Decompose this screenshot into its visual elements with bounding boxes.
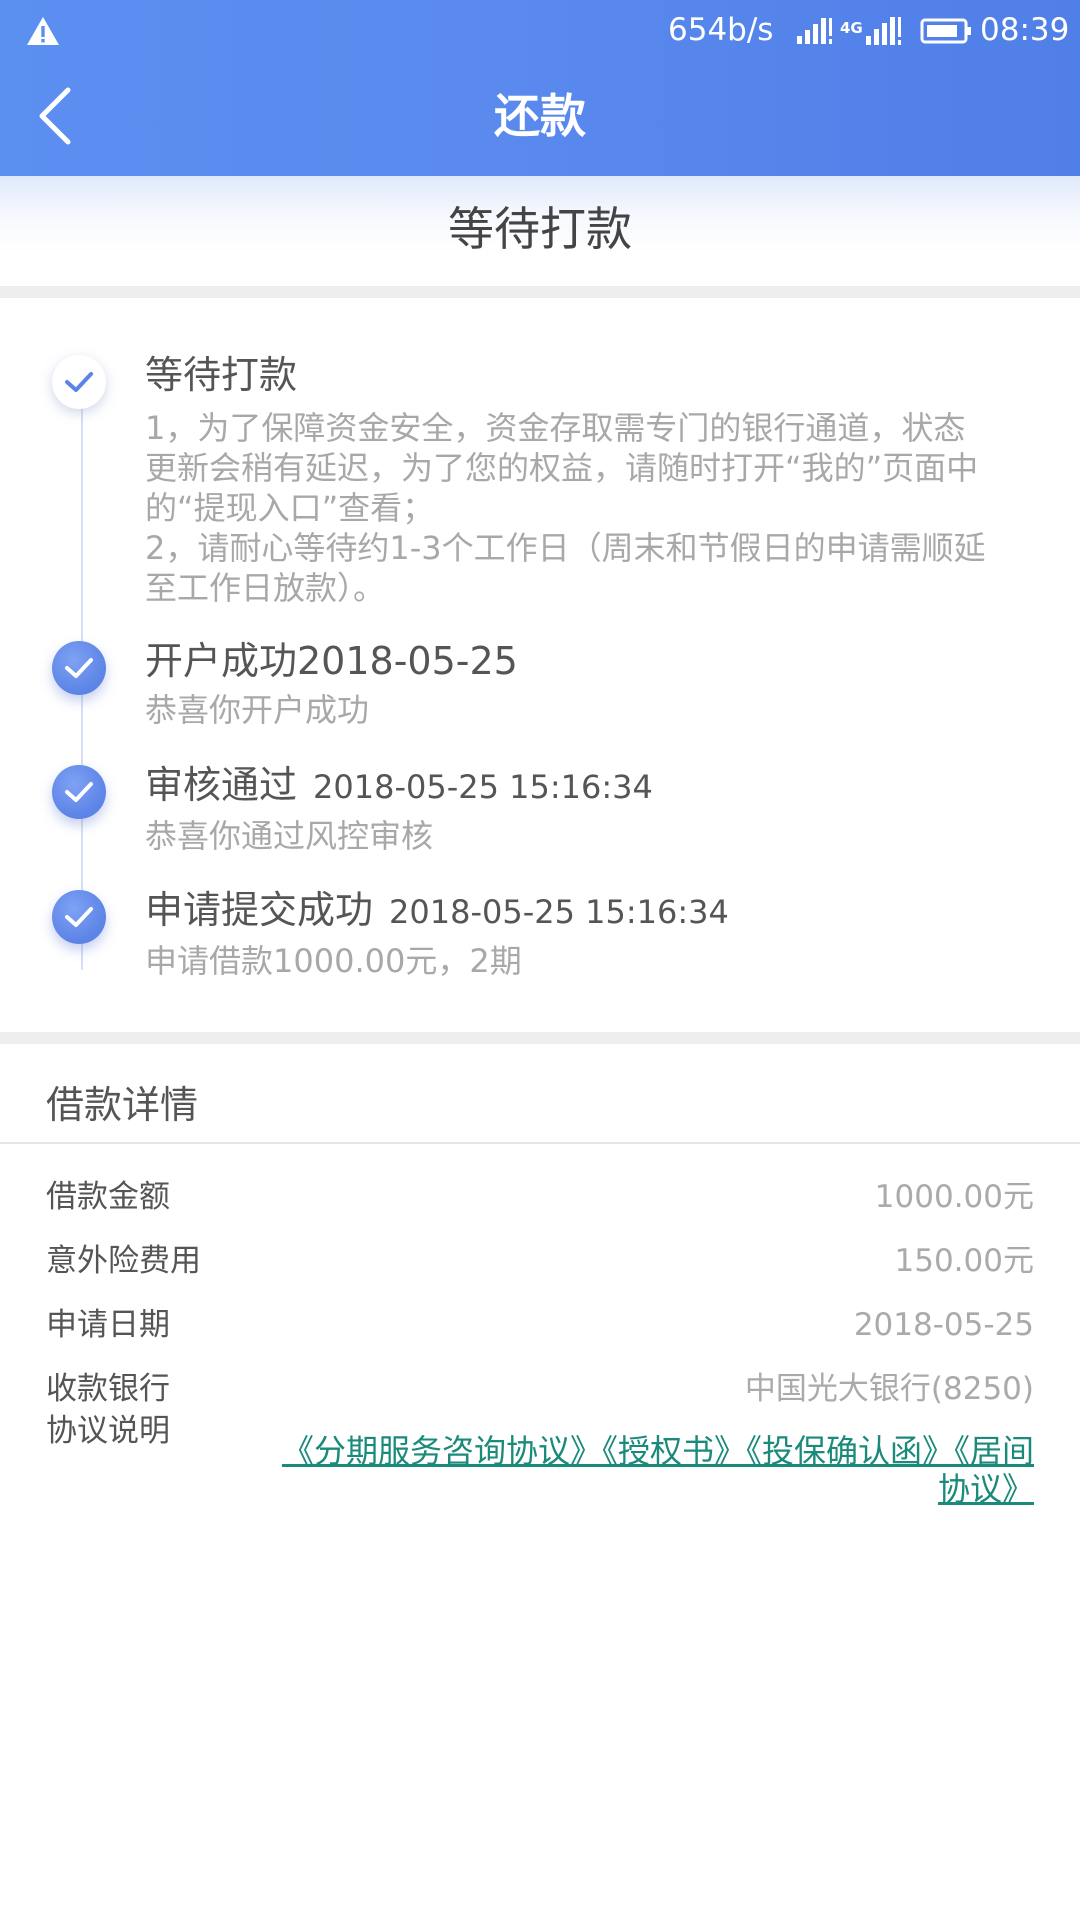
step-title-text: 申请提交成功 [145,888,374,932]
warning-icon [27,17,59,45]
insurance-confirmation-link[interactable]: 《投保确认函》 [746,1432,954,1470]
check-icon [52,765,106,819]
service-agreement-link[interactable]: 《分期服务咨询协议》 [282,1432,602,1470]
loan-amount-label: 借款金额 [46,1179,170,1215]
step-description: 恭喜你开户成功 [145,691,370,729]
signal-icon [797,18,832,44]
desc-line: 至工作日放款）。 [145,569,386,607]
lte-signal-icon: 4G [840,14,906,48]
loan-amount-value: 1000.00元 [874,1179,1034,1215]
repayment-screen: 654b/s 4G 08:39 还款 等待打款 等待打款 1，为了保障资金安全，… [0,0,1080,1920]
progress-timeline: 等待打款 1，为了保障资金安全，资金存取需专门的银行通道，状态 更新会稍有延迟，… [0,298,1080,1032]
step-title: 开户成功2018-05-25 [145,639,518,683]
status-banner-text: 等待打款 [448,202,632,256]
page-title: 还款 [494,89,586,143]
step-title: 申请提交成功 2018-05-25 15:16:34 [145,885,729,937]
status-banner: 等待打款 [0,176,1080,286]
battery-icon [920,18,971,44]
step-title: 等待打款 [145,353,298,397]
agreement-label: 协议说明 [46,1413,170,1449]
desc-line: 1，为了保障资金安全，资金存取需专门的银行通道，状态 [145,409,966,447]
desc-line: 的“提现入口”查看； [145,489,435,527]
receiving-bank-label: 收款银行 [46,1371,170,1407]
desc-line: 2，请耐心等待约1-3个工作日（周末和节假日的申请需顺延 [145,529,986,567]
step-time: 2018-05-25 15:16:34 [313,768,653,806]
header: 654b/s 4G 08:39 还款 [0,0,1080,176]
agreement-links: 《分期服务咨询协议》《授权书》《投保确认函》《居间协议》 [250,1432,1034,1508]
status-bar: 654b/s 4G 08:39 [0,0,1080,62]
receiving-bank-value: 中国光大银行(8250) [744,1371,1034,1407]
step-description: 1，为了保障资金安全，资金存取需专门的银行通道，状态 更新会稍有延迟，为了您的权… [145,408,1030,608]
check-icon [52,890,106,944]
check-icon [52,641,106,695]
step-title: 审核通过 2018-05-25 15:16:34 [145,760,653,812]
section-divider [0,1032,1080,1044]
apply-date-label: 申请日期 [46,1307,170,1343]
pending-check-icon [52,355,106,409]
insurance-fee-label: 意外险费用 [46,1243,201,1279]
nav-bar: 还款 [0,62,1080,176]
authorization-link[interactable]: 《授权书》 [602,1432,746,1470]
details-header: 借款详情 [0,1044,1080,1144]
network-type: 4G [840,19,863,37]
insurance-fee-value: 150.00元 [894,1243,1034,1279]
apply-date-value: 2018-05-25 [853,1307,1034,1343]
step-description: 恭喜你通过风控审核 [145,817,434,855]
clock: 08:39 [980,12,1070,48]
section-divider [0,286,1080,298]
step-time: 2018-05-25 15:16:34 [389,893,729,931]
net-speed: 654b/s [668,12,774,48]
step-description: 申请借款1000.00元，2期 [145,942,522,980]
details-title: 借款详情 [46,1083,199,1127]
step-title-text: 审核通过 [145,763,298,807]
desc-line: 更新会稍有延迟，为了您的权益，请随时打开“我的”页面中 [145,449,979,487]
